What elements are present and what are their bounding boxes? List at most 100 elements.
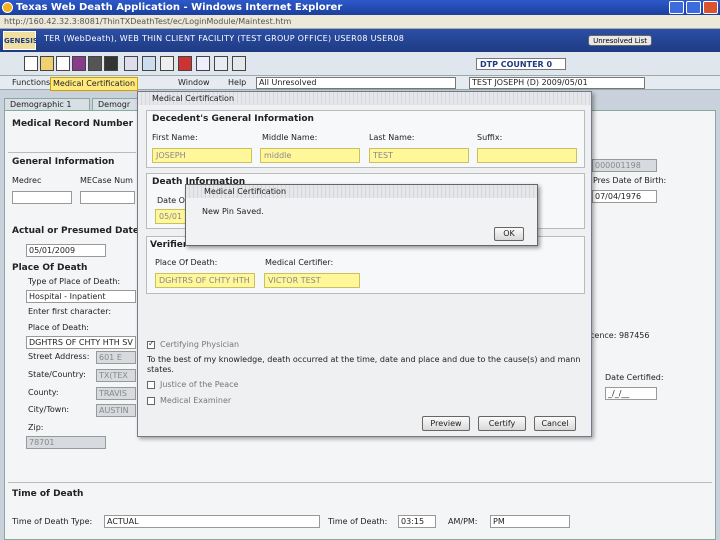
genesis-logo: GENESIS <box>3 31 38 50</box>
place-label: Place of Death: <box>28 323 89 332</box>
edit-icon[interactable] <box>56 56 70 71</box>
no-icon[interactable] <box>178 56 192 71</box>
menu-window[interactable]: Window <box>178 77 210 89</box>
address-bar[interactable]: http://160.42.32.3:8081/ThinTXDeathTest/… <box>0 15 720 29</box>
hand-icon[interactable] <box>232 56 246 71</box>
ie-icon <box>2 2 13 13</box>
print-icon[interactable] <box>88 56 102 71</box>
suffix-label: Suffix: <box>477 133 503 142</box>
general-info-label: General Information <box>12 157 115 167</box>
state-input[interactable]: TX(TEX <box>96 369 136 382</box>
enter-first-label: Enter first character: <box>28 307 112 316</box>
time-of-death-section: Time of Death <box>12 489 84 499</box>
ampm-select[interactable]: PM <box>490 515 570 528</box>
medical-examiner-checkbox[interactable] <box>147 397 155 405</box>
dob-input[interactable]: 07/04/1976 <box>592 190 657 203</box>
place-of-death-input[interactable]: DGHTRS OF CHTY HTH <box>155 273 255 288</box>
city-input[interactable]: AUSTIN <box>96 404 136 417</box>
cancel-button[interactable]: Cancel <box>534 416 576 431</box>
certifying-physician-checkbox[interactable] <box>147 339 155 349</box>
license-text: cence: 987456 <box>590 331 650 340</box>
tools-icon[interactable] <box>124 56 138 71</box>
form-icon[interactable] <box>196 56 210 71</box>
first-name-input[interactable]: JOSEPH <box>152 148 252 163</box>
first-name-label: First Name: <box>152 133 198 142</box>
tab-demographic-2[interactable]: Demogr <box>92 98 142 110</box>
divider <box>8 482 712 483</box>
place-of-death-label: Place Of Death: <box>155 258 218 267</box>
menu-help[interactable]: Help <box>228 77 246 89</box>
close-icon[interactable] <box>703 1 718 14</box>
medical-certifier-label: Medical Certifier: <box>265 258 334 267</box>
suffix-input[interactable] <box>477 148 577 163</box>
medical-certification-dialog: Medical Certification Decedent's General… <box>137 91 592 437</box>
dialog-title[interactable]: Medical Certification <box>138 92 591 105</box>
type-place-select[interactable]: Hospital - Inpatient <box>26 290 136 303</box>
street-input[interactable]: 601 E <box>96 351 136 364</box>
medrec-input[interactable] <box>12 191 72 204</box>
date-certified-input[interactable]: _/_/__ <box>605 387 657 400</box>
address-text: http://160.42.32.3:8081/ThinTXDeathTest/… <box>4 17 292 26</box>
mecase-label: MECase Num <box>80 176 133 185</box>
minimize-icon[interactable] <box>669 1 684 14</box>
new-icon[interactable] <box>24 56 38 71</box>
window-title-bar: Texas Web Death Application - Windows In… <box>0 0 720 15</box>
tab-demographic-1[interactable]: Demographic 1 <box>4 98 90 110</box>
last-name-label: Last Name: <box>369 133 415 142</box>
middle-name-input[interactable]: middle <box>260 148 360 163</box>
decedent-panel: Decedent's General Information First Nam… <box>146 110 585 168</box>
certifying-physician-label: Certifying Physician <box>160 340 240 349</box>
state-label: State/Country: <box>28 370 86 379</box>
maximize-icon[interactable] <box>686 1 701 14</box>
ok-button[interactable]: OK <box>494 227 524 241</box>
tod-input[interactable]: 03:15 <box>398 515 436 528</box>
pen-icon[interactable] <box>160 56 174 71</box>
unresolved-list-button[interactable]: Unresolved List <box>588 35 652 46</box>
date-of-input[interactable]: 05/01 <box>155 209 187 224</box>
menu-functions[interactable]: Functions <box>12 77 50 89</box>
filter-select[interactable]: All Unresolved <box>256 77 456 89</box>
date-certified-label: Date Certified: <box>605 373 664 382</box>
actual-date-input[interactable]: 05/01/2009 <box>26 244 106 257</box>
pres-dob-label: Pres Date of Birth: <box>593 176 667 185</box>
medrec-label: Medical Record Number <box>12 119 134 129</box>
decedent-header: Decedent's General Information <box>152 114 314 124</box>
open-icon[interactable] <box>40 56 54 71</box>
app-title: TER (WebDeath), WEB THIN CLIENT FACILITY… <box>44 34 405 43</box>
zip-input[interactable]: 78701 <box>26 436 106 449</box>
ampm-label: AM/PM: <box>448 517 478 526</box>
window-title: Texas Web Death Application - Windows In… <box>16 2 343 13</box>
menu-medical-certification[interactable]: Medical Certification <box>50 77 139 91</box>
tod-type-label: Time of Death Type: <box>12 517 93 526</box>
middle-name-label: Middle Name: <box>262 133 318 142</box>
medical-certifier-input[interactable]: VICTOR TEST <box>264 273 360 288</box>
tod-type-select[interactable]: ACTUAL <box>104 515 320 528</box>
justice-label: Justice of the Peace <box>160 380 239 389</box>
certify-button[interactable]: Certify <box>478 416 526 431</box>
medical-examiner-label: Medical Examiner <box>160 396 232 405</box>
justice-checkbox[interactable] <box>147 381 155 389</box>
mecase-input[interactable] <box>80 191 135 204</box>
preview-button[interactable]: Preview <box>422 416 470 431</box>
case-select[interactable]: TEST JOSEPH (D) 2009/05/01 <box>469 77 645 89</box>
county-input[interactable]: TRAVIS <box>96 387 136 400</box>
popup-title[interactable]: Medical Certification <box>186 185 537 198</box>
last-name-input[interactable]: TEST <box>369 148 469 163</box>
saved-popup: Medical Certification New Pin Saved. OK <box>185 184 538 246</box>
settings-icon[interactable] <box>142 56 156 71</box>
certificate-icon[interactable] <box>214 56 228 71</box>
place-select[interactable]: DGHTRS OF CHTY HTH SV <box>26 336 136 349</box>
certification-statement: To the best of my knowledge, death occur… <box>147 355 581 374</box>
binoculars-icon[interactable] <box>104 56 118 71</box>
actual-date-label: Actual or Presumed Date o <box>12 226 149 236</box>
save-icon[interactable] <box>72 56 86 71</box>
app-header: GENESIS TER (WebDeath), WEB THIN CLIENT … <box>0 29 720 52</box>
divider <box>8 152 136 153</box>
dtp-counter: DTP COUNTER 0 <box>476 58 566 70</box>
window-controls <box>669 1 718 14</box>
zip-label: Zip: <box>28 423 44 432</box>
date-of-label: Date Of <box>157 196 188 205</box>
verifier-header: Verifier <box>150 240 188 250</box>
street-label: Street Address: <box>28 352 90 361</box>
ssn-input[interactable]: 000001198 <box>592 159 657 172</box>
